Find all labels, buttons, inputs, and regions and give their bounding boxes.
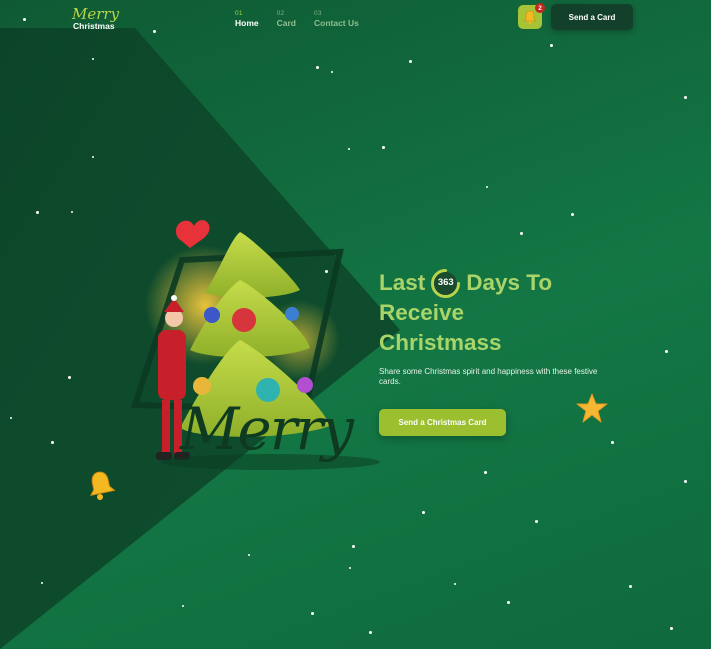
snowflake xyxy=(571,213,574,216)
snowflake xyxy=(665,350,668,353)
nav-item-contact-us[interactable]: 03 Contact Us xyxy=(314,10,359,28)
snowflake xyxy=(611,441,614,444)
hero-description: Share some Christmas spirit and happines… xyxy=(379,367,598,386)
bell-decoration-icon xyxy=(90,471,116,500)
snowflake xyxy=(409,60,412,63)
snowflake xyxy=(23,18,26,21)
hero-title-line3: Christmass xyxy=(379,330,502,355)
nav-item-number: 03 xyxy=(314,10,322,17)
snowflake xyxy=(535,520,538,523)
snowflake xyxy=(311,612,314,615)
snowflake xyxy=(92,58,94,60)
snowflake xyxy=(51,441,54,444)
hero-title-after-counter: Days To xyxy=(466,270,553,295)
nav-item-label: Card xyxy=(276,18,296,28)
snowflake xyxy=(422,511,425,514)
nav-item-home[interactable]: 01 Home xyxy=(235,10,259,28)
main-nav: 01 Home 02 Card 03 Contact Us xyxy=(235,10,359,28)
snowflake xyxy=(248,554,250,556)
countdown-value: 363 xyxy=(434,271,458,295)
snowflake xyxy=(325,270,328,273)
top-navigation-bar: Merry Christmas 01 Home 02 Card 03 Conta… xyxy=(0,0,711,40)
illustration-merry-text: Merry xyxy=(180,395,354,463)
logo-script: Merry xyxy=(72,5,120,23)
snowflake xyxy=(10,417,12,419)
snowflake xyxy=(369,631,372,634)
snowflake xyxy=(316,66,319,69)
logo[interactable]: Merry Christmas xyxy=(72,7,119,31)
christmas-tree-illustration xyxy=(130,220,380,470)
snowflake xyxy=(486,186,488,188)
snowflake xyxy=(670,627,673,630)
countdown-badge: 363 xyxy=(431,268,461,298)
snowflake xyxy=(182,605,184,607)
nav-item-number: 02 xyxy=(276,10,285,17)
snowflake xyxy=(331,71,333,73)
send-christmas-card-button[interactable]: Send a Christmas Card xyxy=(379,409,506,436)
snowflake xyxy=(454,583,456,585)
snowflake xyxy=(153,30,156,33)
snowflake xyxy=(348,148,350,150)
snowflake xyxy=(352,545,355,548)
star-icon xyxy=(576,393,608,423)
snowflake xyxy=(507,601,510,604)
snowflake xyxy=(92,156,94,158)
snowflake xyxy=(349,567,351,569)
nav-item-label: Home xyxy=(235,18,259,28)
nav-item-number: 01 xyxy=(235,10,243,17)
nav-item-label: Contact Us xyxy=(314,18,359,28)
logo-word: Christmas xyxy=(73,21,115,31)
snowflake xyxy=(684,96,687,99)
bell-icon xyxy=(523,10,537,24)
snowflake xyxy=(629,585,632,588)
snowflake xyxy=(71,211,73,213)
hero-title-line2: Receive xyxy=(379,300,465,325)
snowflake xyxy=(484,471,487,474)
snowflake xyxy=(684,480,687,483)
nav-item-card[interactable]: 02 Card xyxy=(277,10,296,28)
snowflake xyxy=(68,376,71,379)
snowflake xyxy=(41,582,43,584)
snowflake xyxy=(550,44,553,47)
snowflake xyxy=(36,211,39,214)
send-card-button[interactable]: Send a Card xyxy=(551,4,633,30)
snowflake xyxy=(382,146,385,149)
hero-title-prefix: Last xyxy=(379,270,426,295)
notification-count-badge: 2 xyxy=(535,3,545,13)
hero-title: Last 363 Days To Receive Christmass xyxy=(379,268,552,358)
snowflake xyxy=(520,232,523,235)
